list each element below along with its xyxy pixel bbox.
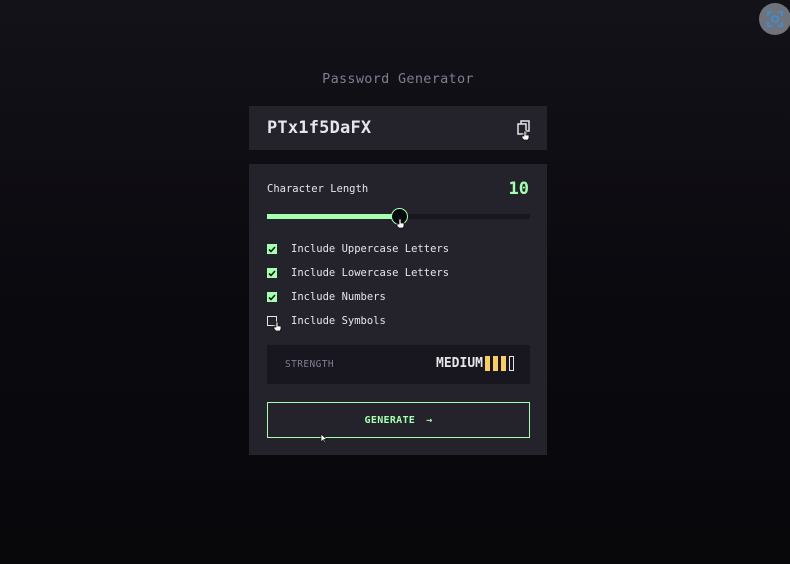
option-symbols[interactable]: Include Symbols xyxy=(267,314,386,328)
character-length-label: Character Length xyxy=(267,183,369,195)
character-length-value: 10 xyxy=(508,179,529,199)
uppercase-checkbox[interactable] xyxy=(267,244,277,254)
check-icon xyxy=(268,293,276,301)
hand-cursor-icon xyxy=(521,130,530,141)
option-label: Include Numbers xyxy=(291,291,386,303)
strength-bar xyxy=(509,356,514,371)
password-output: PTx1f5DaFX xyxy=(249,106,547,150)
strength-meter: STRENGTH MEDIUM xyxy=(267,345,530,384)
hand-cursor-icon xyxy=(396,218,405,229)
strength-bar xyxy=(493,356,498,371)
strength-bar xyxy=(501,356,506,371)
generate-button[interactable]: GENERATE → xyxy=(267,402,530,438)
strength-value: MEDIUM xyxy=(436,356,483,371)
check-icon xyxy=(268,245,276,253)
option-label: Include Symbols xyxy=(291,315,386,327)
strength-bar xyxy=(485,356,490,371)
generate-label: GENERATE xyxy=(364,414,416,426)
numbers-checkbox[interactable] xyxy=(267,292,277,302)
focus-icon xyxy=(767,11,783,27)
generated-password: PTx1f5DaFX xyxy=(267,118,372,138)
generator-panel: Character Length 10 Include Uppercase Le… xyxy=(249,164,547,455)
strength-bars xyxy=(485,356,514,371)
strength-label: STRENGTH xyxy=(285,359,334,370)
lowercase-checkbox[interactable] xyxy=(267,268,277,278)
option-label: Include Uppercase Letters xyxy=(291,243,450,255)
option-lowercase[interactable]: Include Lowercase Letters xyxy=(267,266,449,280)
option-uppercase[interactable]: Include Uppercase Letters xyxy=(267,242,449,256)
hand-cursor-icon xyxy=(273,321,282,332)
option-label: Include Lowercase Letters xyxy=(291,267,450,279)
screen-capture-button[interactable] xyxy=(759,3,790,35)
check-icon xyxy=(268,269,276,277)
page-title: Password Generator xyxy=(322,71,474,87)
option-numbers[interactable]: Include Numbers xyxy=(267,290,386,304)
slider-fill xyxy=(267,214,399,219)
copy-button[interactable] xyxy=(517,120,533,141)
arrow-right-icon: → xyxy=(426,414,433,426)
arrow-cursor-icon xyxy=(320,433,328,444)
